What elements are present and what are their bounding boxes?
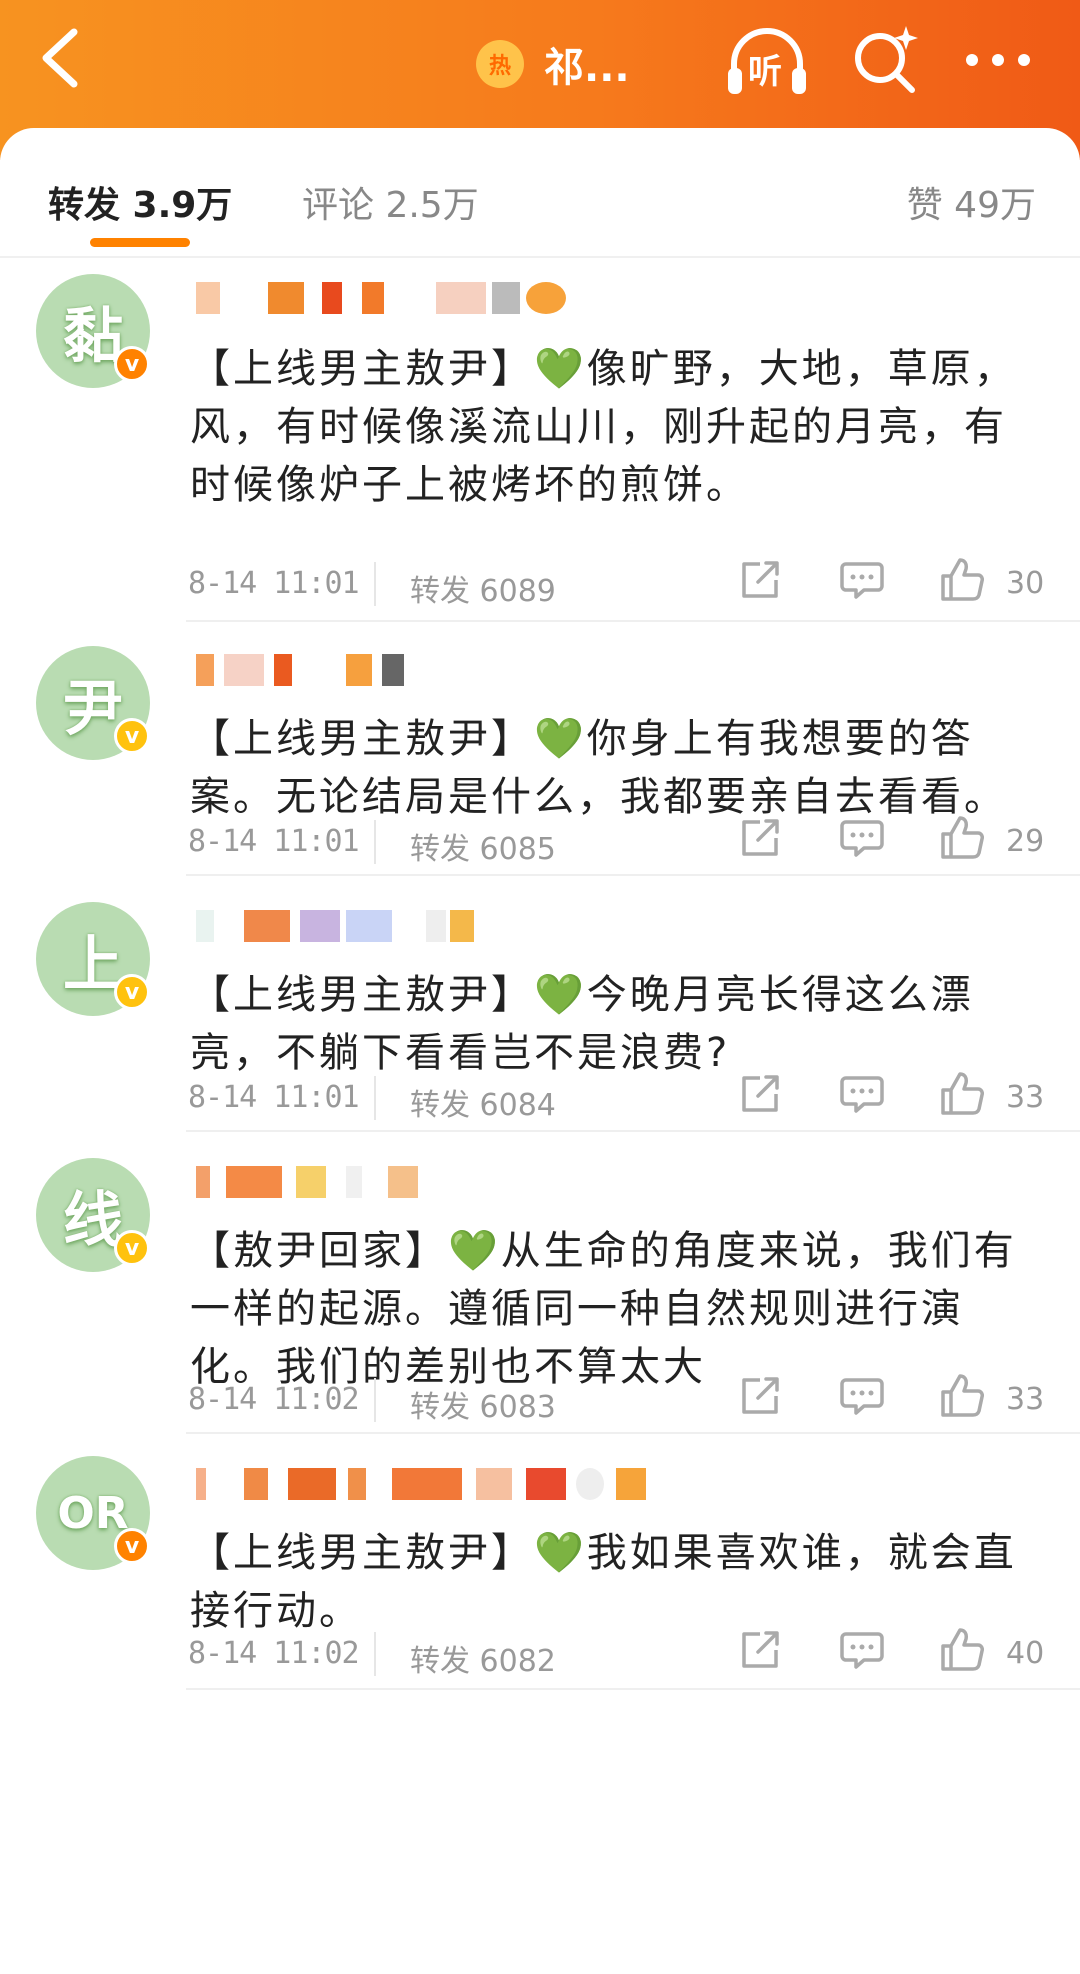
share-icon[interactable] — [738, 558, 782, 602]
username-blurred[interactable] — [196, 910, 496, 950]
share-icon[interactable] — [738, 816, 782, 860]
like-icon[interactable] — [940, 1626, 984, 1672]
post-meta: 8-14 11:01 转发 6089 30 — [188, 558, 1048, 616]
back-icon[interactable] — [34, 22, 94, 94]
username-blurred[interactable] — [196, 1468, 736, 1508]
share-icon[interactable] — [738, 1628, 782, 1672]
post-time: 8-14 11:02 — [188, 1636, 360, 1671]
repost-count[interactable]: 转发 6089 — [410, 566, 556, 610]
tab-bar: 转发 3.9万 评论 2.5万 赞 49万 — [0, 128, 1080, 258]
like-count: 30 — [1006, 566, 1045, 601]
avatar[interactable]: 线 v — [36, 1158, 150, 1272]
repost-item: 尹 v 【上线男主敖尹】💚你身上有我想要的答案。无论结局是什么，我都要亲自去看看… — [0, 618, 1080, 876]
meta-separator — [374, 1378, 376, 1422]
post-time: 8-14 11:01 — [188, 566, 360, 601]
post-content: 【敖尹回家】💚从生命的角度来说，我们有一样的起源。遵循同一种自然规则进行演化。我… — [190, 1228, 1017, 1390]
post-meta: 8-14 11:01 转发 6084 33 — [188, 1072, 1048, 1130]
meta-separator — [374, 562, 376, 606]
repost-count[interactable]: 转发 6082 — [410, 1636, 556, 1680]
tab-like[interactable]: 赞 49万 — [907, 176, 1036, 228]
verified-badge-icon: v — [114, 346, 150, 382]
post-content: 【上线男主敖尹】💚我如果喜欢谁，就会直接行动。 — [190, 1530, 1017, 1634]
repost-item: OR v 【上线男主敖尹】💚我如果喜欢谁，就会直接行动。 8-14 11:02 … — [0, 1432, 1080, 1692]
share-icon[interactable] — [738, 1072, 782, 1116]
repost-panel: 转发 3.9万 评论 2.5万 赞 49万 黏 v 【上线男主敖尹】💚像旷野，大… — [0, 128, 1080, 1974]
username-blurred[interactable] — [196, 654, 436, 694]
post-time: 8-14 11:01 — [188, 824, 360, 859]
comment-icon[interactable] — [840, 560, 884, 600]
post-meta: 8-14 11:02 转发 6082 40 — [188, 1628, 1048, 1686]
comment-icon[interactable] — [840, 1376, 884, 1416]
username-blurred[interactable] — [196, 282, 576, 322]
repost-item: 上 v 【上线男主敖尹】💚今晚月亮长得这么漂亮，不躺下看看岂不是浪费? 8-14… — [0, 874, 1080, 1132]
share-icon[interactable] — [738, 1374, 782, 1418]
like-icon[interactable] — [940, 1070, 984, 1116]
repost-count[interactable]: 转发 6083 — [410, 1382, 556, 1426]
avatar[interactable]: 上 v — [36, 902, 150, 1016]
post-meta: 8-14 11:02 转发 6083 33 — [188, 1374, 1048, 1432]
comment-icon[interactable] — [840, 1630, 884, 1670]
like-icon[interactable] — [940, 1372, 984, 1418]
username-blurred[interactable] — [196, 1166, 456, 1206]
like-count: 33 — [1006, 1382, 1045, 1417]
meta-separator — [374, 1076, 376, 1120]
verified-badge-icon: v — [114, 1528, 150, 1564]
comment-icon[interactable] — [840, 1074, 884, 1114]
active-tab-indicator — [90, 238, 190, 247]
verified-badge-icon: v — [114, 974, 150, 1010]
tab-comment[interactable]: 评论 2.5万 — [302, 176, 479, 228]
listen-headphones-icon[interactable]: 听 — [724, 22, 810, 102]
repost-count[interactable]: 转发 6084 — [410, 1080, 556, 1124]
avatar[interactable]: 黏 v — [36, 274, 150, 388]
hot-badge-icon: 热 — [476, 40, 524, 88]
like-count: 33 — [1006, 1080, 1045, 1115]
post-divider — [186, 1688, 1080, 1690]
post-time: 8-14 11:02 — [188, 1382, 360, 1417]
verified-badge-icon: v — [114, 718, 150, 754]
meta-separator — [374, 820, 376, 864]
post-content: 【上线男主敖尹】💚你身上有我想要的答案。无论结局是什么，我都要亲自去看看。 — [190, 716, 1007, 820]
topic-title[interactable]: 热 祁... — [476, 28, 630, 100]
repost-item: 黏 v 【上线男主敖尹】💚像旷野，大地，草原，风，有时候像溪流山川，刚升起的月亮… — [0, 258, 1080, 622]
post-content: 【上线男主敖尹】💚像旷野，大地，草原，风，有时候像溪流山川，刚升起的月亮，有时候… — [190, 346, 1017, 508]
post-content: 【上线男主敖尹】💚今晚月亮长得这么漂亮，不躺下看看岂不是浪费? — [190, 972, 974, 1076]
tab-repost[interactable]: 转发 3.9万 — [48, 176, 232, 228]
more-icon[interactable] — [962, 50, 1034, 70]
avatar[interactable]: 尹 v — [36, 646, 150, 760]
meta-separator — [374, 1632, 376, 1676]
topic-text: 祁... — [544, 45, 630, 91]
post-meta: 8-14 11:01 转发 6085 29 — [188, 816, 1048, 874]
post-time: 8-14 11:01 — [188, 1080, 360, 1115]
like-icon[interactable] — [940, 556, 984, 602]
verified-badge-icon: v — [114, 1230, 150, 1266]
repost-item: 线 v 【敖尹回家】💚从生命的角度来说，我们有一样的起源。遵循同一种自然规则进行… — [0, 1130, 1080, 1434]
like-count: 40 — [1006, 1636, 1045, 1671]
listen-label: 听 — [748, 52, 782, 92]
repost-count[interactable]: 转发 6085 — [410, 824, 556, 868]
search-icon[interactable] — [850, 24, 922, 96]
avatar[interactable]: OR v — [36, 1456, 150, 1570]
like-icon[interactable] — [940, 814, 984, 860]
comment-icon[interactable] — [840, 818, 884, 858]
like-count: 29 — [1006, 824, 1045, 859]
